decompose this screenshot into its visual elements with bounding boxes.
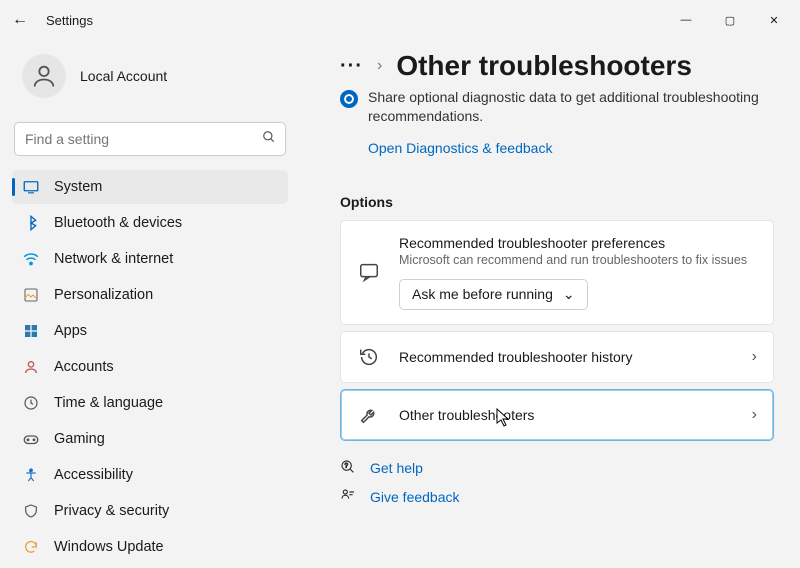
apps-icon [22,322,40,340]
diagnostics-link[interactable]: Open Diagnostics & feedback [368,140,552,156]
sidebar-item-accessibility[interactable]: Accessibility [12,458,288,492]
wifi-icon [22,250,40,268]
diagnostic-note: Share optional diagnostic data to get ad… [368,88,774,126]
sidebar-item-label: Accounts [54,359,114,375]
avatar [22,54,66,98]
sidebar-item-accounts[interactable]: Accounts [12,350,288,384]
gaming-icon [22,430,40,448]
sidebar-item-label: Time & language [54,395,163,411]
give-feedback-link[interactable]: Give feedback [340,488,774,507]
time-icon [22,394,40,412]
search-input[interactable] [14,122,286,156]
sidebar-item-system[interactable]: System [12,170,288,204]
chevron-right-icon: › [377,57,382,75]
sidebar-item-network[interactable]: Network & internet [12,242,288,276]
update-icon [22,538,40,556]
sidebar-item-label: Gaming [54,431,105,447]
history-icon [357,346,381,368]
other-title: Other troubleshooters [399,407,734,423]
preferences-dropdown[interactable]: Ask me before running ⌄ [399,279,588,310]
sidebar-item-label: Apps [54,323,87,339]
accounts-icon [22,358,40,376]
sidebar-item-label: System [54,179,102,195]
chevron-right-icon: › [752,406,757,424]
account-name: Local Account [80,68,167,84]
svg-text:?: ? [345,463,349,469]
sidebar-item-label: Accessibility [54,467,133,483]
close-button[interactable]: ✕ [752,4,796,36]
chevron-right-icon: › [752,348,757,366]
sidebar-item-label: Privacy & security [54,503,169,519]
chat-icon [357,261,381,283]
sidebar-item-label: Personalization [54,287,153,303]
sidebar-item-personalization[interactable]: Personalization [12,278,288,312]
personalization-icon [22,286,40,304]
sidebar-item-gaming[interactable]: Gaming [12,422,288,456]
options-heading: Options [340,194,774,210]
system-icon [22,178,40,196]
minimize-button[interactable]: — [664,4,708,36]
give-feedback-label: Give feedback [370,489,460,505]
preferences-card[interactable]: Recommended troubleshooter preferences M… [340,220,774,325]
sidebar-item-label: Windows Update [54,539,164,555]
accessibility-icon [22,466,40,484]
other-troubleshooters-card[interactable]: Other troubleshooters › [340,389,774,441]
back-button[interactable]: ← [4,11,36,29]
chevron-down-icon: ⌄ [563,286,575,303]
sidebar-item-apps[interactable]: Apps [12,314,288,348]
preferences-sub: Microsoft can recommend and run troubles… [399,253,757,267]
sidebar-item-privacy[interactable]: Privacy & security [12,494,288,528]
radio-on-icon [340,90,358,108]
account-block[interactable]: Local Account [12,40,288,122]
bluetooth-icon [22,214,40,232]
search-field[interactable] [14,122,286,156]
sidebar-item-update[interactable]: Windows Update [12,530,288,564]
sidebar-item-label: Network & internet [54,251,173,267]
sidebar-item-bluetooth[interactable]: Bluetooth & devices [12,206,288,240]
preferences-title: Recommended troubleshooter preferences [399,235,757,251]
sidebar-item-label: Bluetooth & devices [54,215,182,231]
maximize-button[interactable]: ▢ [708,4,752,36]
search-icon [262,130,276,147]
dropdown-value: Ask me before running [412,286,553,302]
window-title: Settings [46,13,93,28]
history-title: Recommended troubleshooter history [399,349,734,365]
shield-icon [22,502,40,520]
get-help-link[interactable]: ? Get help [340,459,774,478]
page-title: Other troubleshooters [396,50,692,82]
wrench-icon [357,404,381,426]
feedback-icon [340,488,358,507]
breadcrumb: ··· › Other troubleshooters [340,50,774,82]
breadcrumb-more[interactable]: ··· [340,55,363,78]
sidebar-item-time[interactable]: Time & language [12,386,288,420]
history-card[interactable]: Recommended troubleshooter history › [340,331,774,383]
get-help-label: Get help [370,460,423,476]
help-icon: ? [340,459,358,478]
